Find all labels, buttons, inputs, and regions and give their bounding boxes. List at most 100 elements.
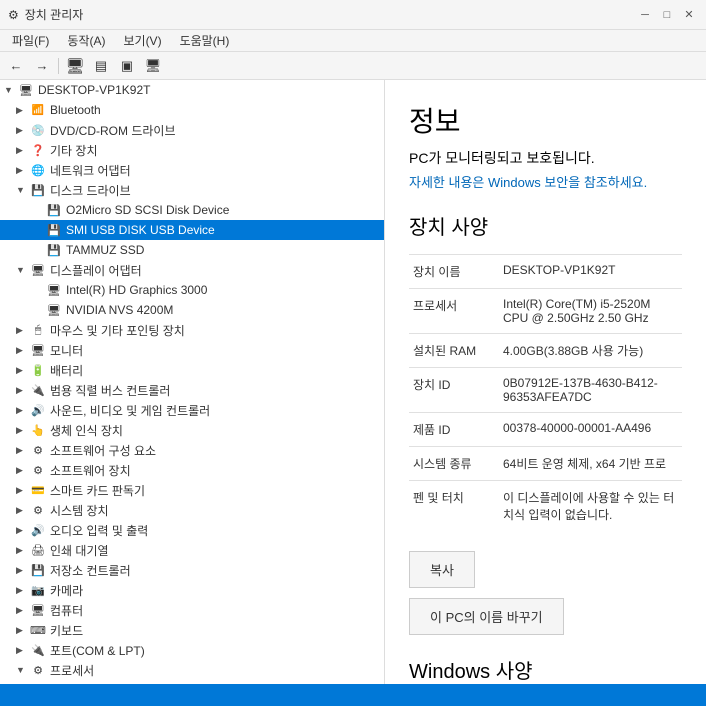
menu-action[interactable]: 동작(A) <box>59 30 113 51</box>
toolbar-forward-btn[interactable]: → <box>30 55 54 77</box>
tree-item-desktop[interactable]: ▼ 🖥 DESKTOP-VP1K92T <box>0 80 384 100</box>
tree-item-intel-graphics[interactable]: 🖥 Intel(R) HD Graphics 3000 <box>0 280 384 300</box>
right-panel: 정보 PC가 모니터링되고 보호됩니다. 자세한 내용은 Windows 보안을… <box>385 80 706 684</box>
tree-label-o2micro: O2Micro SD SCSI Disk Device <box>66 203 229 217</box>
spec-label-processor: 프로세서 <box>409 289 499 334</box>
spec-label-device-name: 장치 이름 <box>409 255 499 289</box>
spec-value-ram: 4.00GB(3.88GB 사용 가능) <box>499 334 682 368</box>
windows-security-link[interactable]: 자세한 내용은 Windows 보안을 참조하세요. <box>409 172 682 191</box>
tree-item-print[interactable]: ▶ 🖨 인쇄 대기열 <box>0 540 384 560</box>
tree-label-processor: 프로세서 <box>50 662 94 679</box>
tree-item-usb[interactable]: ▶ 🔌 범용 직렬 버스 컨트롤러 <box>0 380 384 400</box>
tree-label-network: 네트워크 어댑터 <box>50 162 131 179</box>
rename-button[interactable]: 이 PC의 이름 바꾸기 <box>409 598 564 635</box>
tree-label-sound: 사운드, 비디오 및 게임 컨트롤러 <box>50 402 210 419</box>
tree-item-battery[interactable]: ▶ 🔋 배터리 <box>0 360 384 380</box>
expand-icon-disp: ▼ <box>16 265 28 275</box>
windows-section-title: Windows 사양 <box>409 655 682 684</box>
expand-icon-bat: ▶ <box>16 365 28 376</box>
other-icon: ❓ <box>30 142 46 158</box>
tree-label-disk: 디스크 드라이브 <box>50 182 131 199</box>
expand-icon-stor: ▶ <box>16 565 28 576</box>
spec-label-device-id: 장치 ID <box>409 368 499 413</box>
copy-button[interactable]: 복사 <box>409 551 475 588</box>
expand-icon-port: ▶ <box>16 645 28 656</box>
toolbar-computer-btn[interactable]: 🖥 <box>63 55 87 77</box>
tree-label-camera: 카메라 <box>50 582 83 599</box>
expand-icon-swd: ▶ <box>16 465 28 476</box>
tree-item-dvd[interactable]: ▶ 💿 DVD/CD-ROM 드라이브 <box>0 120 384 140</box>
tree-item-audio[interactable]: ▶ 🔊 오디오 입력 및 출력 <box>0 520 384 540</box>
keyboard-icon: ⌨ <box>30 622 46 638</box>
tree-item-sw-comp[interactable]: ▶ ⚙ 소프트웨어 구성 요소 <box>0 440 384 460</box>
toolbar: ← → 🖥 ▤ ▣ 🖥 <box>0 52 706 80</box>
tree-label-system: 시스템 장치 <box>50 502 109 519</box>
close-button[interactable]: ✕ <box>680 6 698 24</box>
tree-label-smartcard: 스마트 카드 판독기 <box>50 482 145 499</box>
spec-row-processor: 프로세서 Intel(R) Core(TM) i5-2520M CPU @ 2.… <box>409 289 682 334</box>
expand-icon-usb: ▶ <box>16 385 28 396</box>
spec-row-device-name: 장치 이름 DESKTOP-VP1K92T <box>409 255 682 289</box>
toolbar-device2-btn[interactable]: ▣ <box>115 55 139 77</box>
tree-item-other[interactable]: ▶ ❓ 기타 장치 <box>0 140 384 160</box>
toolbar-sep-1 <box>58 58 59 74</box>
tree-item-network[interactable]: ▶ 🌐 네트워크 어댑터 <box>0 160 384 180</box>
tree-item-computer[interactable]: ▶ 🖥 컴퓨터 <box>0 600 384 620</box>
tree-item-o2micro[interactable]: 💾 O2Micro SD SCSI Disk Device <box>0 200 384 220</box>
toolbar-back-btn[interactable]: ← <box>4 55 28 77</box>
menu-view[interactable]: 보기(V) <box>115 30 169 51</box>
nvidia-icon: 🖥 <box>46 302 62 318</box>
tree-item-nvidia[interactable]: 🖥 NVIDIA NVS 4200M <box>0 300 384 320</box>
tree-item-sound[interactable]: ▶ 🔊 사운드, 비디오 및 게임 컨트롤러 <box>0 400 384 420</box>
title-bar-left: ⚙ 장치 관리자 <box>8 6 83 23</box>
tree-item-storage[interactable]: ▶ 💾 저장소 컨트롤러 <box>0 560 384 580</box>
tree-item-processor[interactable]: ▼ ⚙ 프로세서 <box>0 660 384 680</box>
network-icon: 🌐 <box>30 162 46 178</box>
tree-label-bluetooth: Bluetooth <box>50 103 101 117</box>
title-bar-icon: ⚙ <box>8 8 19 22</box>
sw-dev-icon: ⚙ <box>30 462 46 478</box>
tree-item-smi[interactable]: 💾 SMI USB DISK USB Device <box>0 220 384 240</box>
spec-label-pen-touch: 펜 및 터치 <box>409 481 499 532</box>
minimize-button[interactable]: ─ <box>636 6 654 24</box>
processor-icon: ⚙ <box>30 662 46 678</box>
toolbar-screen-btn[interactable]: 🖥 <box>141 55 165 77</box>
maximize-button[interactable]: □ <box>658 6 676 24</box>
menu-help[interactable]: 도움말(H) <box>172 30 238 51</box>
tree-item-sw-dev[interactable]: ▶ ⚙ 소프트웨어 장치 <box>0 460 384 480</box>
menu-bar: 파일(F) 동작(A) 보기(V) 도움말(H) <box>0 30 706 52</box>
spec-row-system-type: 시스템 종류 64비트 운영 체제, x64 기반 프로 <box>409 447 682 481</box>
tree-label-port: 포트(COM & LPT) <box>50 642 145 659</box>
toolbar-device-btn[interactable]: ▤ <box>89 55 113 77</box>
tree-item-camera[interactable]: ▶ 📷 카메라 <box>0 580 384 600</box>
spec-value-device-name: DESKTOP-VP1K92T <box>499 255 682 289</box>
tree-item-port[interactable]: ▶ 🔌 포트(COM & LPT) <box>0 640 384 660</box>
expand-icon-sound: ▶ <box>16 405 28 416</box>
tree-item-tammuz[interactable]: 💾 TAMMUZ SSD <box>0 240 384 260</box>
cpu1-icon: ⚙ <box>46 682 62 684</box>
expand-icon-monitor: ▶ <box>16 345 28 356</box>
tree-item-system[interactable]: ▶ ⚙ 시스템 장치 <box>0 500 384 520</box>
menu-file[interactable]: 파일(F) <box>4 30 57 51</box>
spec-row-device-id: 장치 ID 0B07912E-137B-4630-B412-96353AFEA7… <box>409 368 682 413</box>
title-bar: ⚙ 장치 관리자 ─ □ ✕ <box>0 0 706 30</box>
tree-label-print: 인쇄 대기열 <box>50 542 109 559</box>
tree-label-storage: 저장소 컨트롤러 <box>50 562 131 579</box>
tree-item-keyboard[interactable]: ▶ ⌨ 키보드 <box>0 620 384 640</box>
spec-label-ram: 설치된 RAM <box>409 334 499 368</box>
tree-item-disk[interactable]: ▼ 💾 디스크 드라이브 <box>0 180 384 200</box>
tree-item-mouse[interactable]: ▶ 🖱 마우스 및 기타 포인팅 장치 <box>0 320 384 340</box>
tree-item-display[interactable]: ▼ 🖥 디스플레이 어댑터 <box>0 260 384 280</box>
tree-item-smartcard[interactable]: ▶ 💳 스마트 카드 판독기 <box>0 480 384 500</box>
tree-item-biometric[interactable]: ▶ 👆 생체 인식 장치 <box>0 420 384 440</box>
tree-item-bluetooth[interactable]: ▶ 📶 Bluetooth <box>0 100 384 120</box>
expand-icon-other: ▶ <box>16 145 28 156</box>
left-panel: ▼ 🖥 DESKTOP-VP1K92T ▶ 📶 Bluetooth ▶ 💿 DV… <box>0 80 385 684</box>
expand-icon-cam: ▶ <box>16 585 28 596</box>
battery-icon: 🔋 <box>30 362 46 378</box>
tree-label-sw-comp: 소프트웨어 구성 요소 <box>50 442 156 459</box>
tree-label-dvd: DVD/CD-ROM 드라이브 <box>50 122 176 139</box>
expand-icon-audio: ▶ <box>16 525 28 536</box>
tree-item-intel1[interactable]: ⚙ Intel(R) Core(TM) i5-2520M CPU @ 2.50G… <box>0 680 384 684</box>
tree-item-monitor[interactable]: ▶ 🖥 모니터 <box>0 340 384 360</box>
